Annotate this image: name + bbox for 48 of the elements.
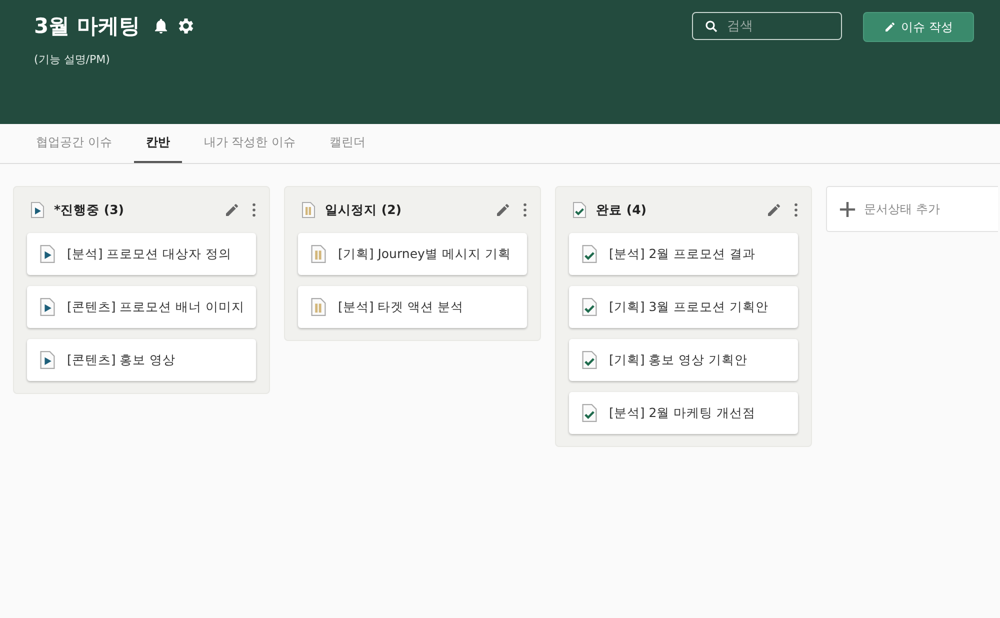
pause-document-icon [309, 243, 328, 265]
card-title: [콘텐츠] 홍보 영상 [67, 352, 176, 368]
card-title: [기획] Journey별 메시지 기획 [338, 246, 511, 262]
more-icon[interactable] [523, 203, 527, 217]
column-title: 일시정지 (2) [325, 202, 402, 218]
play-document-icon [38, 349, 57, 371]
edit-icon[interactable] [766, 202, 782, 218]
check-document-icon [571, 201, 588, 219]
tab[interactable]: 칸반 [134, 124, 182, 163]
card-title: [기획] 홍보 영상 기획안 [609, 352, 748, 368]
page-subtitle: (기능 설명/PM) [34, 52, 111, 67]
search-icon [704, 19, 719, 34]
card-title: [분석] 2월 마케팅 개선점 [609, 404, 756, 422]
issue-card[interactable]: [기획] 3월 프로모션 기획안 [569, 286, 798, 328]
pause-document-icon [309, 296, 328, 318]
issue-card[interactable]: [기획] 홍보 영상 기획안 [569, 339, 798, 381]
check-document-icon [580, 402, 599, 424]
card-title: [분석] 타겟 액션 분석 [338, 298, 464, 316]
issue-card[interactable]: [분석] 2월 마케팅 개선점 [569, 392, 798, 434]
more-icon[interactable] [794, 203, 798, 217]
pause-document-icon [300, 201, 317, 219]
card-title: [기획] 3월 프로모션 기획안 [609, 298, 769, 316]
column-title: 완료 (4) [596, 202, 648, 218]
add-status-button[interactable]: 문서상태 추가 [826, 186, 998, 232]
edit-icon[interactable] [495, 202, 511, 218]
play-document-icon [38, 296, 57, 318]
play-document-icon [29, 201, 46, 219]
play-document-icon [38, 243, 57, 265]
card-title: [분석] 2월 프로모션 결과 [609, 246, 756, 262]
new-issue-button[interactable]: 이슈 작성 [863, 12, 974, 42]
card-title: [콘텐츠] 프로모션 배너 이미지 [67, 298, 245, 316]
issue-card[interactable]: [콘텐츠] 홍보 영상 [27, 339, 256, 381]
plus-icon [839, 200, 856, 218]
issue-card[interactable]: [분석] 2월 프로모션 결과 [569, 233, 798, 275]
issue-card[interactable]: [분석] 프로모션 대상자 정의 [27, 233, 256, 275]
issue-card[interactable]: [분석] 타겟 액션 분석 [298, 286, 527, 328]
page-title: 3월 마케팅 [34, 13, 140, 40]
pencil-icon [884, 21, 896, 33]
issue-card[interactable]: [기획] Journey별 메시지 기획 [298, 233, 527, 275]
check-document-icon [580, 243, 599, 265]
edit-icon[interactable] [224, 202, 240, 218]
more-icon[interactable] [252, 203, 256, 217]
search-field[interactable]: 검색 [692, 12, 842, 40]
check-document-icon [580, 349, 599, 371]
check-document-icon [580, 296, 599, 318]
issue-card[interactable]: [콘텐츠] 프로모션 배너 이미지 [27, 286, 256, 328]
column-title: *진행중 (3) [54, 202, 126, 218]
card-title: [분석] 프로모션 대상자 정의 [67, 246, 232, 262]
